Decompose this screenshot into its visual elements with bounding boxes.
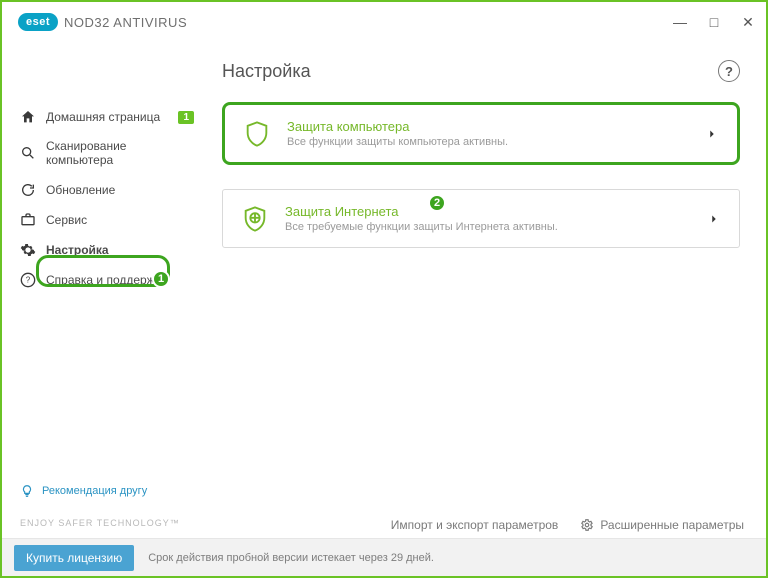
help-button[interactable]: ? (718, 60, 740, 82)
advanced-settings-link[interactable]: Расширенные параметры (580, 518, 744, 532)
sidebar-item-tools[interactable]: Сервис (2, 205, 212, 235)
recommend-label: Рекомендация другу (42, 485, 147, 497)
close-button[interactable]: ✕ (740, 14, 756, 30)
brand-logo: eset (18, 13, 58, 31)
lightbulb-icon (20, 484, 34, 498)
shield-icon (243, 120, 271, 148)
sidebar-item-scan[interactable]: Сканирование компьютера (2, 132, 212, 175)
footer-actions: Импорт и экспорт параметров Расширенные … (371, 518, 744, 532)
maximize-button[interactable]: □ (706, 14, 722, 30)
import-export-label: Импорт и экспорт параметров (391, 518, 559, 532)
sidebar-item-label: Справка и поддержка (46, 273, 167, 287)
app-title: NOD32 ANTIVIRUS (64, 15, 187, 30)
gear-icon (580, 518, 594, 532)
sidebar-item-home[interactable]: Домашняя страница 1 (2, 102, 212, 132)
sidebar-item-label: Домашняя страница (46, 110, 160, 124)
sidebar: Домашняя страница 1 Сканирование компьют… (2, 42, 212, 538)
card-text: Защита Интернета Все требуемые функции з… (285, 204, 691, 233)
card-internet-protection[interactable]: Защита Интернета Все требуемые функции з… (222, 189, 740, 248)
chevron-right-icon (705, 127, 719, 141)
card-title: Защита компьютера (287, 119, 689, 134)
svg-text:?: ? (26, 275, 31, 284)
sidebar-item-label: Обновление (46, 183, 115, 197)
sidebar-item-label: Настройка (46, 243, 109, 257)
home-icon (20, 109, 36, 125)
sidebar-badge: 1 (178, 111, 194, 124)
sidebar-item-update[interactable]: Обновление (2, 175, 212, 205)
import-export-icon (371, 518, 385, 532)
card-title: Защита Интернета (285, 204, 691, 219)
trial-status: Срок действия пробной версии истекает че… (148, 552, 434, 564)
tagline: ENJOY SAFER TECHNOLOGY™ (20, 518, 180, 528)
gear-icon (20, 242, 36, 258)
sidebar-item-label: Сервис (46, 213, 87, 227)
main-row: Домашняя страница 1 Сканирование компьют… (2, 42, 766, 538)
briefcase-icon (20, 212, 36, 228)
card-subtitle: Все требуемые функции защиты Интернета а… (285, 221, 691, 233)
refresh-icon (20, 182, 36, 198)
bottom-bar: Купить лицензию Срок действия пробной ве… (2, 538, 766, 576)
window-controls: — □ ✕ (672, 14, 756, 30)
advanced-settings-label: Расширенные параметры (600, 518, 744, 532)
app-window: eset NOD32 ANTIVIRUS — □ ✕ Домашняя стра… (0, 0, 768, 578)
card-text: Защита компьютера Все функции защиты ком… (287, 119, 689, 148)
buy-license-button[interactable]: Купить лицензию (14, 545, 134, 571)
help-icon: ? (20, 272, 36, 288)
page-title-row: Настройка ? (222, 60, 740, 82)
tutorial-step-1-badge: 1 (152, 270, 170, 288)
page-title: Настройка (222, 61, 311, 82)
chevron-right-icon (707, 212, 721, 226)
main-panel: Настройка ? Защита компьютера Все функци… (212, 42, 766, 538)
sidebar-item-setup[interactable]: Настройка (2, 235, 212, 265)
import-export-link[interactable]: Импорт и экспорт параметров (371, 518, 559, 532)
minimize-button[interactable]: — (672, 14, 688, 30)
sidebar-item-help[interactable]: ? Справка и поддержка (2, 265, 212, 295)
tutorial-step-2-badge: 2 (428, 194, 446, 212)
titlebar: eset NOD32 ANTIVIRUS — □ ✕ (2, 2, 766, 42)
card-computer-protection[interactable]: Защита компьютера Все функции защиты ком… (222, 102, 740, 165)
search-icon (20, 145, 36, 161)
sidebar-item-label: Сканирование компьютера (46, 139, 194, 168)
content: Домашняя страница 1 Сканирование компьют… (2, 42, 766, 576)
shield-globe-icon (241, 205, 269, 233)
card-subtitle: Все функции защиты компьютера активны. (287, 136, 689, 148)
recommend-link[interactable]: Рекомендация другу (20, 484, 147, 498)
